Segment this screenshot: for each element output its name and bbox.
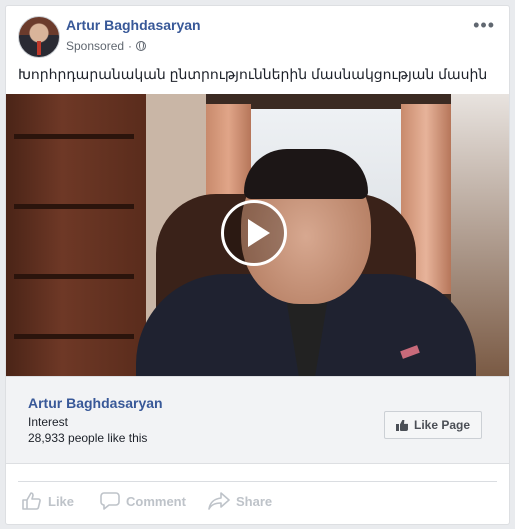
thumbs-up-outline-icon <box>22 492 41 510</box>
post-meta: Sponsored · <box>66 39 147 53</box>
thumbs-up-icon <box>395 419 408 431</box>
video-player[interactable] <box>6 94 509 376</box>
share-icon <box>208 492 230 510</box>
video-frame-bookshelf <box>6 94 146 376</box>
post-text: Խորհրդարանական ընտրություններին մասնակցո… <box>18 66 488 82</box>
comment-label: Comment <box>126 493 186 509</box>
page-category: Interest <box>28 415 69 429</box>
share-label: Share <box>236 493 273 509</box>
post-header: Artur Baghdasaryan Sponsored · ••• <box>18 16 497 60</box>
page-name[interactable]: Artur Baghdasaryan <box>28 395 163 411</box>
page-like-count: 28,933 people like this <box>28 431 148 445</box>
like-page-button[interactable]: Like Page <box>384 411 482 439</box>
comment-button[interactable]: Comment <box>100 492 186 510</box>
sponsored-label[interactable]: Sponsored <box>66 39 124 53</box>
meta-separator: · <box>128 39 133 53</box>
more-options-icon[interactable]: ••• <box>473 16 495 34</box>
like-page-label: Like Page <box>413 418 471 432</box>
like-button[interactable]: Like <box>22 492 74 510</box>
play-icon[interactable] <box>221 200 287 266</box>
sponsored-post-card: Artur Baghdasaryan Sponsored · ••• Խորհր… <box>5 5 510 525</box>
author-name[interactable]: Artur Baghdasaryan <box>66 17 201 33</box>
globe-icon[interactable] <box>136 41 147 51</box>
share-button[interactable]: Share <box>208 492 272 510</box>
author-avatar[interactable] <box>18 16 60 58</box>
page-info-box: Artur Baghdasaryan Interest 28,933 peopl… <box>6 376 509 464</box>
comment-icon <box>100 492 120 510</box>
post-actions-bar: Like Comment Share <box>18 481 497 516</box>
like-label: Like <box>48 493 75 509</box>
